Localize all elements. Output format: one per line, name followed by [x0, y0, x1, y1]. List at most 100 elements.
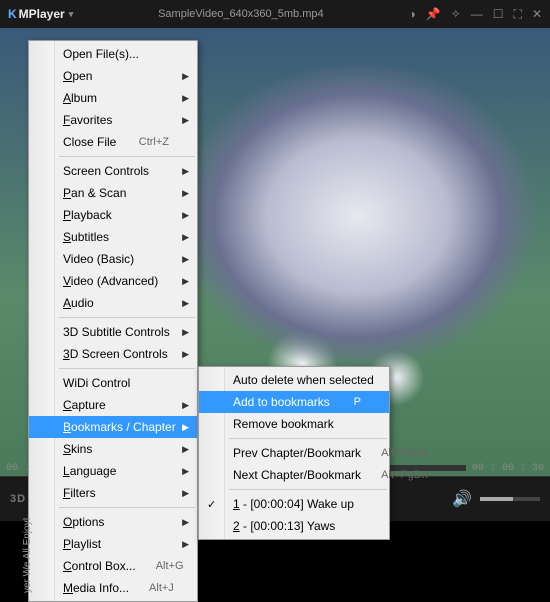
main-menu-item[interactable]: Bookmarks / Chapter▶	[29, 416, 197, 438]
main-menu-item[interactable]: Options ▶	[29, 511, 197, 533]
sub-menu-item[interactable]: Remove bookmark	[199, 413, 389, 435]
main-menu-item[interactable]: Filters ▶	[29, 482, 197, 504]
menu-label: Filters	[63, 486, 169, 500]
pin-icon[interactable]: 📌	[426, 7, 441, 21]
main-menu-item[interactable]: Open File(s)...	[29, 43, 197, 65]
separator	[59, 317, 195, 318]
shortcut: P	[354, 396, 361, 408]
maximize-button[interactable]: ☐	[493, 7, 504, 21]
main-menu-item[interactable]: WiDi Control	[29, 372, 197, 394]
menu-label: Options	[63, 515, 169, 529]
menu-label: Skins	[63, 442, 169, 456]
separator	[59, 368, 195, 369]
main-menu-item[interactable]: Album▶	[29, 87, 197, 109]
menu-label: Media Info...	[63, 581, 129, 595]
separator	[59, 507, 195, 508]
chevron-right-icon: ▶	[182, 188, 189, 199]
menu-label: Pan & Scan	[63, 186, 169, 200]
minimize-button[interactable]: —	[471, 7, 483, 21]
shortcut: Ctrl+Z	[139, 136, 169, 148]
main-menu-item[interactable]: Media Info... Alt+J	[29, 577, 197, 599]
separator	[229, 489, 387, 490]
chevron-right-icon: ▶	[182, 349, 189, 360]
badge-3d[interactable]: 3D	[10, 493, 26, 505]
chevron-right-icon: ▶	[182, 93, 189, 104]
main-menu-item[interactable]: Audio ▶	[29, 292, 197, 314]
menu-label: Audio	[63, 296, 169, 310]
main-menu-item[interactable]: Playlist ▶	[29, 533, 197, 555]
main-menu-item[interactable]: 3D Screen Controls ▶	[29, 343, 197, 365]
app-label: MPlayer	[19, 7, 65, 21]
chevron-right-icon: ▶	[182, 539, 189, 550]
main-menu-item[interactable]: Screen Controls ▶	[29, 160, 197, 182]
volume-icon[interactable]: 🔊	[452, 489, 472, 509]
main-menu-item[interactable]: Close File Ctrl+Z	[29, 131, 197, 153]
chevron-right-icon: ▶	[182, 422, 189, 433]
menu-label: Video (Advanced)	[63, 274, 169, 288]
main-menu-item[interactable]: Capture ▶	[29, 394, 197, 416]
menu-label: Close File	[63, 135, 119, 149]
main-menu-item[interactable]: Pan & Scan ▶	[29, 182, 197, 204]
chevron-right-icon: ▶	[182, 517, 189, 528]
menu-label: Capture	[63, 398, 169, 412]
chevron-right-icon: ▶	[182, 276, 189, 287]
menu-label: Screen Controls	[63, 164, 169, 178]
sub-menu-item[interactable]: Auto delete when selected	[199, 369, 389, 391]
main-menu-item[interactable]: Subtitles ▶	[29, 226, 197, 248]
tool-icon[interactable]: ✧	[451, 7, 461, 21]
chevron-right-icon: ▶	[182, 400, 189, 411]
menu-label: Language	[63, 464, 169, 478]
bookmarks-submenu: Auto delete when selected Add to bookmark…	[198, 366, 390, 540]
menu-label: Open File(s)...	[63, 47, 169, 61]
sub-menu-item[interactable]: 1 - [00:00:04] Wake up ✓	[199, 493, 389, 515]
main-menu-item[interactable]: Favorites▶	[29, 109, 197, 131]
menu-label: Prev Chapter/Bookmark	[233, 446, 361, 460]
titlebar: KMPlayer ▾ SampleVideo_640x360_5mb.mp4 ◑…	[0, 0, 550, 28]
main-menu-item[interactable]: Video (Basic)▶	[29, 248, 197, 270]
menu-label: Next Chapter/Bookmark	[233, 468, 361, 482]
chevron-right-icon: ▶	[182, 298, 189, 309]
chevron-right-icon: ▶	[182, 444, 189, 455]
menu-label: Video (Basic)	[63, 252, 169, 266]
main-menu-item[interactable]: Open▶	[29, 65, 197, 87]
chevron-right-icon: ▶	[182, 210, 189, 221]
main-menu-item[interactable]: Control Box...Alt+G	[29, 555, 197, 577]
menu-label: 3D Screen Controls	[63, 347, 169, 361]
menu-label: Playback	[63, 208, 169, 222]
window-buttons: ◑ 📌 ✧ — ☐ ⛶ ✕	[409, 7, 543, 22]
record-icon[interactable]: ◑	[409, 7, 416, 21]
chevron-right-icon: ▶	[182, 488, 189, 499]
main-menu-item[interactable]: Skins ▶	[29, 438, 197, 460]
separator	[59, 156, 195, 157]
check-icon: ✓	[207, 498, 216, 511]
main-menu-item[interactable]: 3D Subtitle Controls ▶	[29, 321, 197, 343]
shortcut: Alt+PgDn	[381, 469, 428, 481]
shortcut: Alt+J	[149, 582, 174, 594]
main-menu-item[interactable]: Language▶	[29, 460, 197, 482]
volume-slider[interactable]	[480, 497, 540, 501]
time-total: 00 : 00 : 30	[472, 463, 544, 474]
fullscreen-button[interactable]: ⛶	[514, 7, 522, 22]
sub-menu-item[interactable]: Add to bookmarks P	[199, 391, 389, 413]
main-menu-item[interactable]: Playback ▶	[29, 204, 197, 226]
menu-label: Add to bookmarks	[233, 395, 334, 409]
app-name[interactable]: KMPlayer ▾	[8, 7, 73, 21]
file-title: SampleVideo_640x360_5mb.mp4	[73, 8, 408, 20]
chevron-right-icon: ▶	[182, 166, 189, 177]
separator	[229, 438, 387, 439]
context-menu: yer We All Enjoy! Open File(s)...Open▶Al…	[28, 40, 198, 602]
menu-label: 3D Subtitle Controls	[63, 325, 170, 339]
menu-label: Auto delete when selected	[233, 373, 374, 387]
chevron-right-icon: ▶	[182, 232, 189, 243]
chevron-right-icon: ▶	[182, 327, 189, 338]
chevron-right-icon: ▶	[182, 115, 189, 126]
menu-label: Remove bookmark	[233, 417, 361, 431]
sub-menu-item[interactable]: 2 - [00:00:13] Yaws	[199, 515, 389, 537]
main-menu-item[interactable]: Video (Advanced) ▶	[29, 270, 197, 292]
sub-menu-item[interactable]: Prev Chapter/BookmarkAlt+PgUp	[199, 442, 389, 464]
menu-label: 1 - [00:00:04] Wake up	[233, 497, 361, 511]
menu-label: Playlist	[63, 537, 169, 551]
close-button[interactable]: ✕	[532, 7, 542, 21]
menu-label: Subtitles	[63, 230, 169, 244]
sub-menu-item[interactable]: Next Chapter/BookmarkAlt+PgDn	[199, 464, 389, 486]
